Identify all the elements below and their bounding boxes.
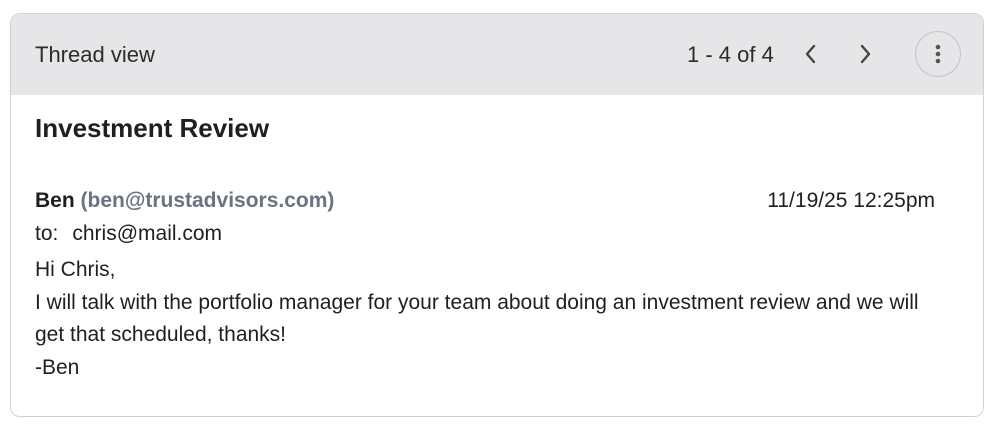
body-paragraph: -Ben (35, 355, 80, 379)
message-body: Hi Chris, I will talk with the portfolio… (35, 254, 935, 384)
body-paragraph: I will talk with the portfolio manager f… (35, 290, 919, 347)
recipient-line: to: chris@mail.com (35, 222, 222, 246)
header-title: Thread view (35, 42, 155, 67)
more-options-button[interactable] (915, 31, 961, 77)
more-vertical-icon (935, 44, 941, 64)
next-message-button[interactable] (849, 38, 881, 70)
sender-line: Ben (ben@trustadvisors.com) (35, 189, 334, 213)
message-subject: Investment Review (35, 113, 270, 143)
sender-name: Ben (35, 189, 75, 212)
pager-count: 1 - 4 of 4 (687, 42, 774, 67)
sender-email[interactable]: (ben@trustadvisors.com) (81, 189, 335, 212)
body-paragraph: Hi Chris, (35, 258, 116, 281)
thread-header: Thread view 1 - 4 of 4 (11, 14, 983, 95)
previous-message-button[interactable] (795, 38, 827, 70)
to-label: to: (35, 222, 59, 245)
recipient-email[interactable]: chris@mail.com (72, 222, 222, 245)
thread-body: Investment Review Ben (ben@trustadvisors… (11, 95, 983, 416)
message-timestamp: 11/19/25 12:25pm (767, 189, 935, 212)
thread-card: Thread view 1 - 4 of 4 Investment Review… (10, 13, 984, 417)
chevron-right-icon (860, 44, 871, 64)
chevron-left-icon (805, 44, 816, 64)
